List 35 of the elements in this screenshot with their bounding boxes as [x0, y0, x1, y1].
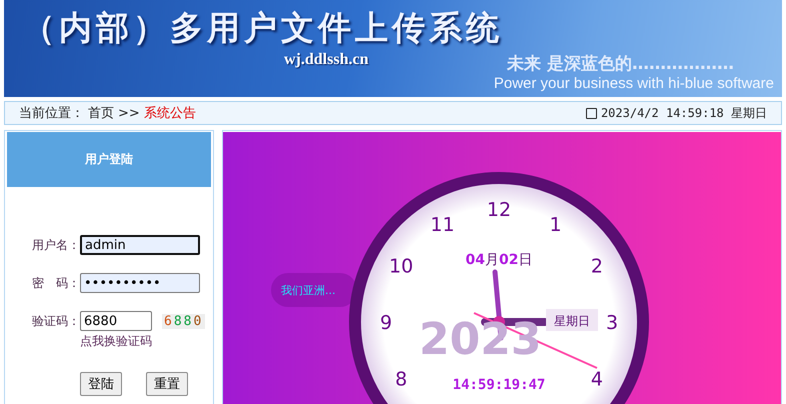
- field-label: 验证码：: [32, 312, 80, 330]
- username-field[interactable]: admin: [80, 235, 200, 255]
- hour-numeral: 2: [590, 256, 603, 278]
- field-label: 用户名：: [32, 236, 80, 254]
- login-button[interactable]: 登陆: [80, 372, 122, 396]
- slogan: 未来 是深蓝色的………………: [507, 53, 734, 75]
- breadcrumb-current: 系统公告: [144, 105, 196, 122]
- hour-numeral: 4: [590, 368, 603, 390]
- hour-numeral: 8: [395, 368, 408, 390]
- reset-button[interactable]: 重置: [146, 372, 188, 396]
- password-field[interactable]: ••••••••••: [80, 273, 200, 293]
- clock-time: 14:59:19:47: [452, 377, 546, 393]
- hour-numeral: 1: [549, 214, 562, 236]
- breadcrumb-separator: >>: [118, 106, 140, 120]
- year-watermark: 2023: [419, 314, 542, 365]
- site-title: （内部）多用户文件上传系统: [22, 7, 503, 49]
- hour-numeral: 9: [380, 312, 392, 334]
- hour-numeral: 11: [430, 214, 455, 236]
- hour-numeral: 10: [389, 256, 414, 278]
- login-header: 用户登陆: [7, 132, 211, 187]
- hour-numeral: 3: [606, 312, 618, 334]
- calendar-icon: [586, 108, 597, 118]
- clock-date: 04月 02 日: [466, 252, 532, 268]
- breadcrumb-label: 当前位置：: [19, 105, 84, 122]
- captcha-image: 6 8 8 0: [162, 314, 206, 328]
- site-domain: wj.ddlssh.cn: [284, 51, 368, 69]
- field-label: 密 码：: [32, 274, 80, 292]
- captcha-field[interactable]: 6880: [80, 311, 152, 331]
- current-datetime: 2023/4/2 14:59:18 星期日: [600, 104, 767, 122]
- refresh-captcha-link[interactable]: 点我换验证码: [80, 333, 211, 350]
- speech-bubble: 我们亚洲...: [271, 273, 357, 307]
- weekday-label: 星期日: [546, 309, 598, 331]
- slogan-english: Power your business with hi-blue software: [494, 75, 774, 92]
- hour-numeral: 12: [486, 199, 512, 221]
- breadcrumb-home-link[interactable]: 首页: [88, 104, 114, 122]
